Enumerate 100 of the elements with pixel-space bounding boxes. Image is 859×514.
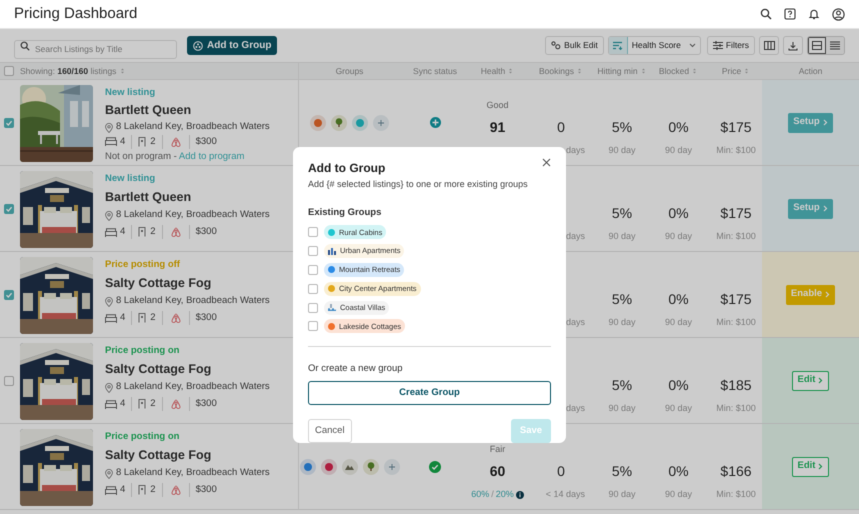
listing-name[interactable]: Salty Cottage Fog bbox=[105, 445, 270, 465]
checkbox[interactable] bbox=[308, 264, 318, 275]
sort-icon[interactable] bbox=[640, 67, 647, 75]
health-score: 60 bbox=[490, 462, 506, 480]
sort-icon[interactable] bbox=[743, 67, 750, 75]
health-label: Good bbox=[486, 99, 509, 112]
add-group-button[interactable] bbox=[373, 114, 389, 130]
rental-logo-icon bbox=[170, 227, 181, 237]
metric-value: 5% bbox=[612, 462, 632, 480]
checkbox[interactable] bbox=[308, 302, 318, 313]
search-field[interactable]: Search Listings by Title bbox=[14, 40, 177, 58]
bath-count: 2 bbox=[150, 310, 163, 326]
columns-button[interactable] bbox=[759, 36, 779, 55]
create-group-button[interactable]: Create Group bbox=[308, 381, 551, 405]
plus-icon bbox=[388, 464, 394, 470]
bulk-edit-button[interactable]: Bulk Edit bbox=[545, 36, 604, 55]
sort-icon[interactable] bbox=[119, 67, 126, 75]
mountain-chip[interactable] bbox=[342, 458, 358, 474]
metric-value: $185 bbox=[720, 376, 752, 394]
checkbox[interactable] bbox=[4, 118, 14, 128]
bell-icon[interactable] bbox=[808, 8, 820, 20]
bed-count: 4 bbox=[120, 482, 132, 498]
view-toggle[interactable] bbox=[826, 37, 844, 54]
user-icon[interactable] bbox=[832, 8, 845, 20]
metric-caption: 90 day bbox=[664, 316, 692, 330]
bath-count: 2 bbox=[150, 134, 163, 149]
download-icon bbox=[788, 40, 798, 50]
help-icon[interactable] bbox=[784, 8, 796, 20]
location-pin-icon bbox=[105, 210, 113, 220]
metric-value: 0% bbox=[668, 462, 689, 480]
sort-icon bbox=[612, 41, 624, 50]
sort-icon[interactable] bbox=[691, 67, 698, 75]
metric-caption: 90 day bbox=[608, 316, 636, 330]
add-circle-icon[interactable] bbox=[430, 117, 440, 128]
tree-chip[interactable] bbox=[331, 114, 347, 130]
page-title: Pricing Dashboard bbox=[14, 4, 138, 24]
checkbox[interactable] bbox=[308, 284, 318, 294]
bath-count: 2 bbox=[150, 482, 163, 498]
listing-name[interactable]: Bartlett Queen bbox=[105, 187, 270, 207]
checkbox[interactable] bbox=[308, 246, 318, 256]
listing-address: 8 Lakeland Key, Broadbeach Waters bbox=[116, 294, 270, 308]
buildings-icon bbox=[328, 248, 336, 255]
dialog-subtitle: Add {# selected listings} to one or more existing groups bbox=[308, 178, 529, 191]
checkbox[interactable] bbox=[308, 227, 318, 238]
download-button[interactable] bbox=[783, 36, 803, 55]
metric-value: 0 bbox=[557, 118, 565, 136]
listing-status: Price posting on bbox=[105, 344, 180, 358]
rental-logo-icon bbox=[170, 136, 181, 147]
listing-name[interactable]: Salty Cottage Fog bbox=[105, 273, 270, 293]
listing-address: 8 Lakeland Key, Broadbeach Waters bbox=[116, 120, 270, 134]
metric-value: 0% bbox=[668, 204, 689, 222]
checkbox[interactable] bbox=[4, 204, 14, 214]
add-to-group-button[interactable]: Add to Group bbox=[187, 36, 278, 55]
metric-caption: Min: $100 bbox=[716, 402, 756, 416]
metric-value: 5% bbox=[612, 118, 632, 136]
listing-status: New listing bbox=[105, 172, 156, 186]
checkbox[interactable] bbox=[308, 321, 318, 332]
metric-value: 5% bbox=[612, 290, 632, 308]
metric-value: $175 bbox=[720, 118, 752, 136]
bath-count: 2 bbox=[150, 224, 163, 240]
sliders-icon bbox=[712, 41, 723, 50]
cards-view-icon bbox=[812, 41, 822, 50]
info-icon[interactable] bbox=[516, 491, 524, 499]
metric-caption: 90 day bbox=[608, 230, 636, 244]
metric-value: 5% bbox=[612, 204, 632, 222]
metric-caption: 90 day bbox=[608, 488, 636, 502]
nightly-rate: $300 bbox=[188, 134, 217, 149]
add-group-button[interactable] bbox=[384, 458, 400, 474]
bed-icon bbox=[105, 486, 117, 494]
section-title: Existing Groups bbox=[308, 206, 382, 220]
checkbox[interactable] bbox=[4, 376, 14, 386]
column-header: Groups bbox=[336, 64, 364, 78]
filters-button[interactable]: Filters bbox=[706, 36, 755, 55]
sort-icon[interactable] bbox=[507, 67, 514, 75]
bed-count: 4 bbox=[120, 310, 132, 326]
sort-order-button[interactable] bbox=[608, 37, 628, 54]
close-icon[interactable] bbox=[542, 158, 551, 167]
search-icon[interactable] bbox=[760, 8, 772, 20]
metric-caption: days bbox=[566, 230, 585, 244]
dialog-title: Add to Group bbox=[308, 160, 386, 177]
health-rate: 60% bbox=[471, 488, 490, 502]
rental-logo-icon bbox=[170, 313, 181, 323]
view-toggle[interactable] bbox=[808, 37, 826, 54]
sort-icon[interactable] bbox=[576, 67, 583, 75]
metric-value: 0% bbox=[668, 290, 689, 308]
metric-caption: 90 day bbox=[664, 488, 692, 502]
metric-caption: Min: $100 bbox=[716, 230, 756, 244]
cancel-button[interactable]: Cancel bbox=[308, 419, 352, 443]
metric-caption: Min: $100 bbox=[716, 144, 756, 158]
listing-status: New listing bbox=[105, 86, 156, 100]
listing-name[interactable]: Salty Cottage Fog bbox=[105, 359, 270, 379]
list-view-icon bbox=[830, 41, 840, 50]
section-title: Or create a new group bbox=[308, 362, 404, 376]
metric-caption: Min: $100 bbox=[716, 488, 756, 502]
checkbox[interactable] bbox=[4, 66, 14, 76]
chevron-right-icon bbox=[818, 463, 824, 470]
listing-status: Price posting off bbox=[105, 258, 181, 272]
tree-chip[interactable] bbox=[362, 458, 378, 474]
listing-name[interactable]: Bartlett Queen bbox=[105, 100, 270, 120]
checkbox[interactable] bbox=[4, 290, 14, 300]
